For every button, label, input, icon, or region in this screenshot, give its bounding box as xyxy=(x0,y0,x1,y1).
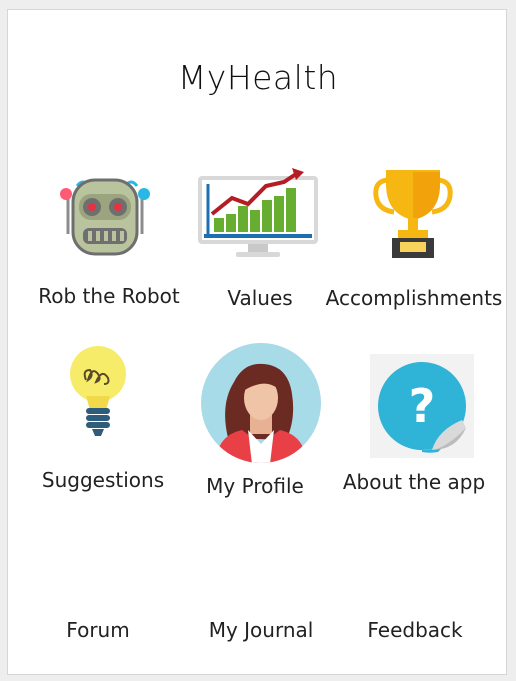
tile-my-profile[interactable]: My Profile xyxy=(192,340,328,500)
feedback-label: Feedback xyxy=(367,618,463,642)
svg-text:?: ? xyxy=(409,379,436,433)
about-the-app-label: About the app xyxy=(342,470,486,494)
my-journal-label: My Journal xyxy=(208,618,314,642)
robot-icon xyxy=(60,178,150,256)
lightbulb-icon xyxy=(70,346,126,436)
values-label: Values xyxy=(227,286,293,310)
accomplishments-label: Accomplishments xyxy=(325,286,503,310)
my-profile-label: My Profile xyxy=(206,474,304,498)
woman-avatar-icon xyxy=(201,343,321,463)
app-title: MyHealth xyxy=(177,58,339,97)
tile-accomplishments[interactable]: Accomplishments xyxy=(322,160,508,310)
question-sticker-icon: ? xyxy=(370,354,474,458)
tile-suggestions[interactable]: Suggestions xyxy=(36,340,172,500)
suggestions-label: Suggestions xyxy=(41,468,165,492)
forum-label: Forum xyxy=(66,618,130,642)
tile-feedback[interactable]: Feedback xyxy=(350,610,480,654)
tile-forum[interactable]: Forum xyxy=(40,610,156,654)
trophy-icon xyxy=(373,170,453,258)
tile-rob-the-robot[interactable]: Rob the Robot xyxy=(38,160,180,310)
chart-monitor-icon xyxy=(198,168,318,257)
tile-my-journal[interactable]: My Journal xyxy=(192,610,332,654)
tile-values[interactable]: Values xyxy=(192,160,328,310)
rob-the-robot-label: Rob the Robot xyxy=(38,284,180,308)
tile-about-the-app[interactable]: ? About the app xyxy=(334,340,498,500)
